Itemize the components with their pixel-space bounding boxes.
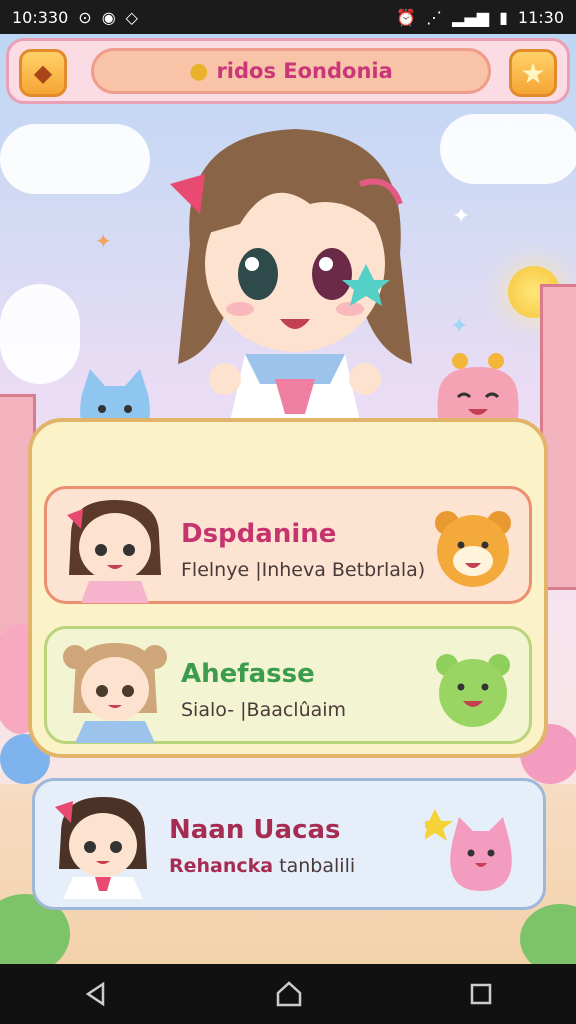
alarm-clock-icon: ⏰ xyxy=(396,7,417,27)
back-button[interactable]: ◆ xyxy=(19,49,67,97)
avatar xyxy=(63,643,167,743)
diamond-back-icon: ◆ xyxy=(33,59,53,87)
title-pill: ● ridos Eondonia xyxy=(91,48,491,94)
character-subtitle: Sialo- |Baaclûaim xyxy=(181,699,347,721)
back-nav-button[interactable] xyxy=(83,981,109,1007)
character-name: Naan Uacas xyxy=(169,815,341,845)
shield-icon: ◇ xyxy=(125,7,138,27)
character-subtitle: Rehancka tanbalili xyxy=(169,855,355,877)
home-nav-button[interactable] xyxy=(275,980,303,1008)
bear-pet-icon xyxy=(435,511,511,587)
top-bar: ◆ ● ridos Eondonia ★ xyxy=(6,38,570,104)
signal-icon: ▂▄▆ xyxy=(452,7,490,27)
favorite-button[interactable]: ★ xyxy=(509,49,557,97)
recents-nav-button[interactable] xyxy=(469,982,493,1006)
avatar xyxy=(55,797,147,899)
cloud xyxy=(0,124,150,194)
status-bar: 10:330 ⊙ ◉ ◇ ⏰ ⋰ ▂▄▆ ▮ 11:30 xyxy=(0,0,576,34)
chick-icon: ● xyxy=(189,58,209,84)
alarm-icon: ⊙ xyxy=(78,7,92,27)
sparkle-icon: ✦ xyxy=(450,314,469,339)
character-card[interactable]: Dspdanine Flelnye |Inheva Betbrlala) xyxy=(44,486,532,604)
character-subtitle-bold: Rehancka xyxy=(169,855,274,877)
android-nav-bar xyxy=(0,964,576,1024)
battery-icon: ▮ xyxy=(499,7,508,27)
avatar xyxy=(67,500,161,603)
pink-cat-pet-icon xyxy=(425,809,512,891)
character-name: Dspdanine xyxy=(181,519,337,549)
character-subtitle-rest: tanbalili xyxy=(279,855,356,877)
character-name: Ahefasse xyxy=(181,659,315,689)
cloud xyxy=(440,114,576,184)
cloud xyxy=(0,284,80,384)
gamepad-icon: ◉ xyxy=(101,7,116,27)
star-icon: ★ xyxy=(520,56,546,90)
character-subtitle: Flelnye |Inheva Betbrlala) xyxy=(181,559,426,581)
character-card[interactable]: Naan Uacas Rehancka tanbalili xyxy=(32,778,546,910)
status-time-right: 11:30 xyxy=(517,7,564,27)
status-time-left: 10:330 xyxy=(12,7,69,27)
sparkle-icon: ✦ xyxy=(95,229,112,253)
green-bear-pet-icon xyxy=(436,654,510,727)
page-title: ridos Eondonia xyxy=(216,59,393,83)
wifi-icon: ⋰ xyxy=(426,7,443,27)
character-card[interactable]: Ahefasse Sialo- |Baaclûaim xyxy=(44,626,532,744)
sparkle-icon: ✦ xyxy=(452,204,471,229)
